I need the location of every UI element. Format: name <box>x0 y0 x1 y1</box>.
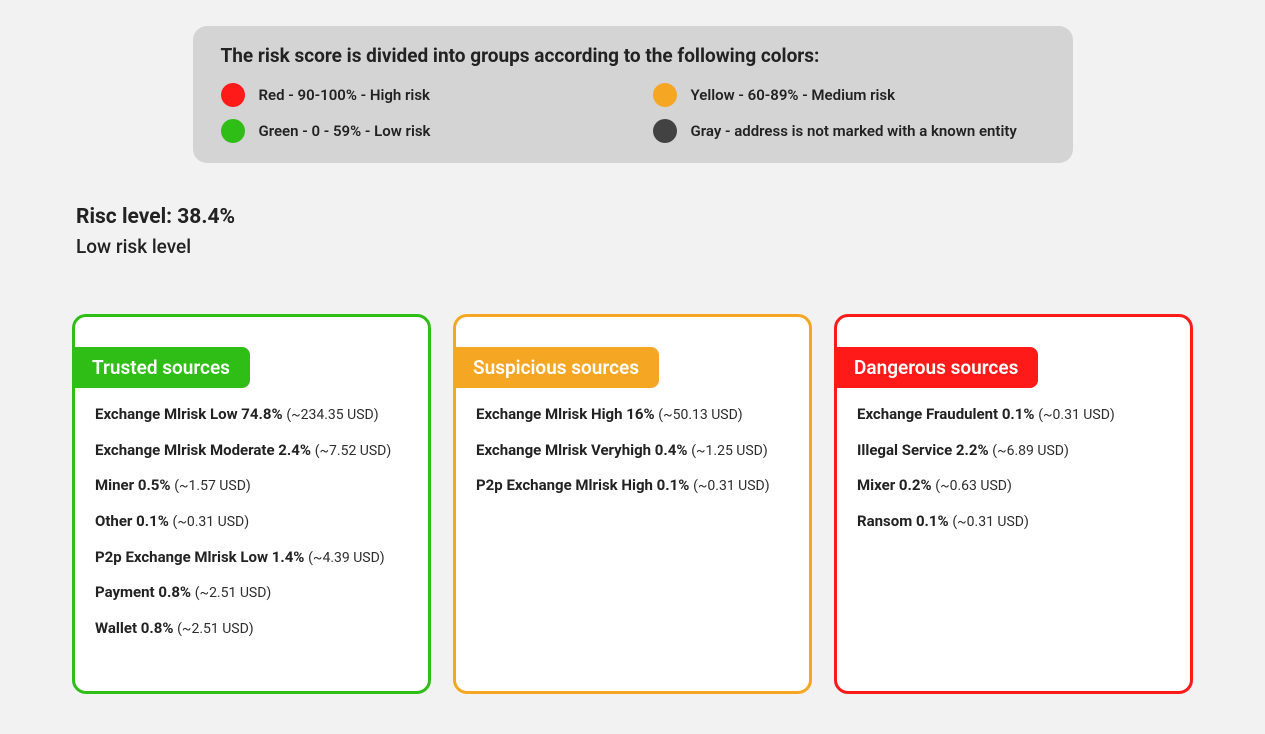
card-body: Exchange Mlrisk High 16% (~50.13 USD)Exc… <box>476 403 789 498</box>
cards-row: Trusted sources Exchange Mlrisk Low 74.8%… <box>72 314 1193 694</box>
card-body: Exchange Mlrisk Low 74.8% (~234.35 USD)E… <box>95 403 408 641</box>
source-item: Exchange Mlrisk Low 74.8% (~234.35 USD) <box>95 403 408 427</box>
source-item-main: Exchange Mlrisk High 16% <box>476 405 655 423</box>
source-item: Exchange Mlrisk Veryhigh 0.4% (~1.25 USD… <box>476 439 789 463</box>
legend-item-text: Green - 0 - 59% - Low risk <box>259 122 431 140</box>
source-item: Exchange Mlrisk High 16% (~50.13 USD) <box>476 403 789 427</box>
source-card: Suspicious sources Exchange Mlrisk High 1… <box>453 314 812 694</box>
source-item-main: Mixer 0.2% <box>857 476 932 494</box>
source-item-usd: (~1.25 USD) <box>691 443 768 459</box>
card-title: Suspicious sources <box>453 347 659 388</box>
color-swatch-icon <box>653 83 677 107</box>
source-card: Dangerous sources Exchange Fraudulent 0.1… <box>834 314 1193 694</box>
source-item-main: Other 0.1% <box>95 512 169 530</box>
source-item-usd: (~0.63 USD) <box>935 478 1012 494</box>
source-item-usd: (~2.51 USD) <box>195 585 272 601</box>
source-item: Ransom 0.1% (~0.31 USD) <box>857 510 1170 534</box>
source-item-usd: (~7.52 USD) <box>315 443 392 459</box>
source-item: Wallet 0.8% (~2.51 USD) <box>95 617 408 641</box>
source-item-usd: (~0.31 USD) <box>693 478 770 494</box>
risk-level: Risc level: 38.4% <box>76 205 1193 229</box>
source-item: P2p Exchange Mlrisk High 0.1% (~0.31 USD… <box>476 474 789 498</box>
legend-item: Gray - address is not marked with a know… <box>653 119 1045 143</box>
legend-item: Green - 0 - 59% - Low risk <box>221 119 613 143</box>
source-item-main: P2p Exchange Mlrisk Low 1.4% <box>95 548 304 566</box>
legend-title: The risk score is divided into groups ac… <box>221 44 1045 67</box>
risk-block: Risc level: 38.4% Low risk level <box>76 205 1193 258</box>
card-body: Exchange Fraudulent 0.1% (~0.31 USD) Ille… <box>857 403 1170 534</box>
source-item-main: Exchange Mlrisk Low 74.8% <box>95 405 283 423</box>
source-item-main: Illegal Service 2.2% <box>857 441 989 459</box>
source-item-main: Wallet 0.8% <box>95 619 173 637</box>
legend-item: Yellow - 60-89% - Medium risk <box>653 83 1045 107</box>
source-item-usd: (~234.35 USD) <box>286 407 378 423</box>
source-item-main: Payment 0.8% <box>95 583 191 601</box>
source-item-main: P2p Exchange Mlrisk High 0.1% <box>476 476 689 494</box>
source-item: Exchange Fraudulent 0.1% (~0.31 USD) <box>857 403 1170 427</box>
source-item-main: Exchange Fraudulent 0.1% <box>857 405 1034 423</box>
source-item-main: Miner 0.5% <box>95 476 170 494</box>
source-item: Exchange Mlrisk Moderate 2.4% (~7.52 USD… <box>95 439 408 463</box>
source-item-usd: (~0.31 USD) <box>1038 407 1115 423</box>
source-card: Trusted sources Exchange Mlrisk Low 74.8%… <box>72 314 431 694</box>
legend-box: The risk score is divided into groups ac… <box>193 26 1073 163</box>
risk-label: Low risk level <box>76 235 1193 258</box>
card-title: Trusted sources <box>72 347 250 388</box>
source-item-usd: (~1.57 USD) <box>174 478 251 494</box>
source-item: Mixer 0.2% (~0.63 USD) <box>857 474 1170 498</box>
source-item-usd: (~2.51 USD) <box>177 621 254 637</box>
color-swatch-icon <box>653 119 677 143</box>
legend-item-text: Red - 90-100% - High risk <box>259 86 430 104</box>
source-item-main: Ransom 0.1% <box>857 512 949 530</box>
color-swatch-icon <box>221 83 245 107</box>
source-item-usd: (~0.31 USD) <box>952 514 1029 530</box>
source-item: Other 0.1% (~0.31 USD) <box>95 510 408 534</box>
source-item-usd: (~50.13 USD) <box>658 407 742 423</box>
source-item-usd: (~0.31 USD) <box>173 514 250 530</box>
source-item: Illegal Service 2.2% (~6.89 USD) <box>857 439 1170 463</box>
card-title: Dangerous sources <box>834 347 1038 388</box>
legend-item: Red - 90-100% - High risk <box>221 83 613 107</box>
source-item: P2p Exchange Mlrisk Low 1.4% (~4.39 USD) <box>95 546 408 570</box>
legend-item-text: Yellow - 60-89% - Medium risk <box>691 86 896 104</box>
source-item: Payment 0.8% (~2.51 USD) <box>95 581 408 605</box>
legend-item-text: Gray - address is not marked with a know… <box>691 122 1017 140</box>
source-item-usd: (~6.89 USD) <box>992 443 1069 459</box>
source-item: Miner 0.5% (~1.57 USD) <box>95 474 408 498</box>
source-item-main: Exchange Mlrisk Moderate 2.4% <box>95 441 311 459</box>
source-item-usd: (~4.39 USD) <box>308 550 385 566</box>
source-item-main: Exchange Mlrisk Veryhigh 0.4% <box>476 441 687 459</box>
legend-grid: Red - 90-100% - High risk Yellow - 60-89%… <box>221 83 1045 143</box>
color-swatch-icon <box>221 119 245 143</box>
